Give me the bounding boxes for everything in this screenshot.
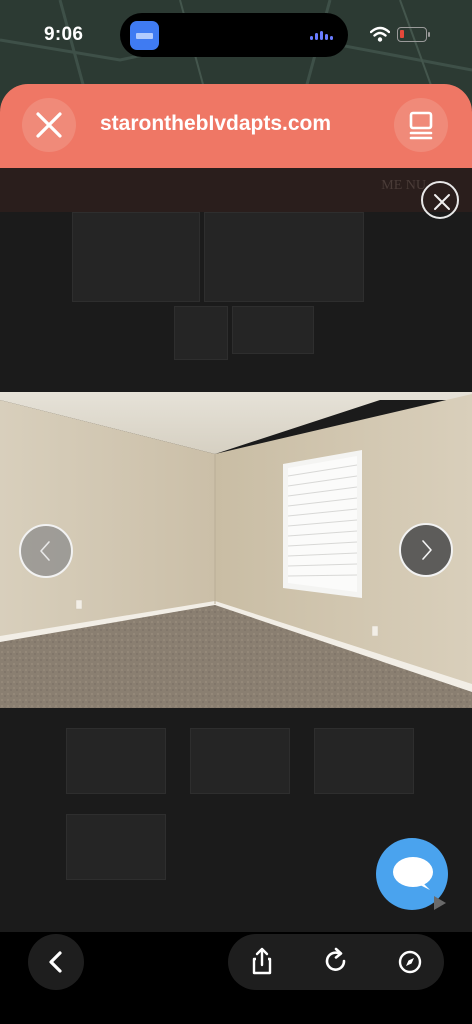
dimmed-gallery-thumbnail [66, 814, 166, 880]
status-bar: 9:06 [0, 0, 472, 72]
reader-view-button[interactable] [394, 98, 448, 152]
screen: 9:06 staronthebIvdapts.com ME NU [0, 0, 472, 1024]
dimmed-gallery-thumbnail [314, 728, 414, 794]
previous-photo-button[interactable] [19, 524, 73, 578]
reload-button[interactable] [308, 934, 364, 990]
close-icon [36, 112, 62, 138]
battery-level [400, 30, 404, 38]
dimmed-gallery-thumbnail [190, 728, 290, 794]
status-time: 9:06 [44, 24, 84, 45]
app-thumbnail-icon [130, 21, 159, 50]
reader-icon [409, 111, 433, 140]
bottom-toolbar [0, 932, 472, 1024]
compass-icon [398, 950, 422, 974]
chevron-left-icon [40, 541, 50, 561]
close-browser-button[interactable] [22, 98, 76, 152]
close-icon [434, 194, 450, 210]
menu-text-dimmed: ME NU [381, 178, 426, 193]
chevron-right-icon [422, 540, 432, 560]
url-bar: staronthebIvdapts.com [0, 84, 472, 168]
dimmed-gallery-thumbnail [232, 306, 314, 354]
toolbar-group [228, 934, 444, 990]
share-icon [252, 947, 272, 975]
next-photo-button[interactable] [399, 523, 453, 577]
dimmed-gallery-thumbnail [174, 306, 228, 360]
dimmed-gallery-thumbnail [72, 212, 200, 302]
page-header-dimmed: ME NU [0, 168, 472, 212]
modal-close-button[interactable] [421, 181, 459, 219]
wifi-icon [370, 26, 390, 42]
dynamic-island[interactable] [120, 13, 348, 57]
audio-wave-icon [310, 31, 336, 40]
dimmed-gallery-thumbnail [204, 212, 364, 302]
open-in-browser-button[interactable] [382, 934, 438, 990]
chat-pointer-icon [434, 896, 446, 910]
share-button[interactable] [234, 934, 290, 990]
dimmed-gallery-thumbnail [66, 728, 166, 794]
url-text[interactable]: staronthebIvdapts.com [100, 112, 390, 136]
reload-icon [325, 947, 346, 971]
back-button[interactable] [28, 934, 84, 990]
battery-icon [397, 27, 430, 42]
back-icon [49, 951, 62, 973]
